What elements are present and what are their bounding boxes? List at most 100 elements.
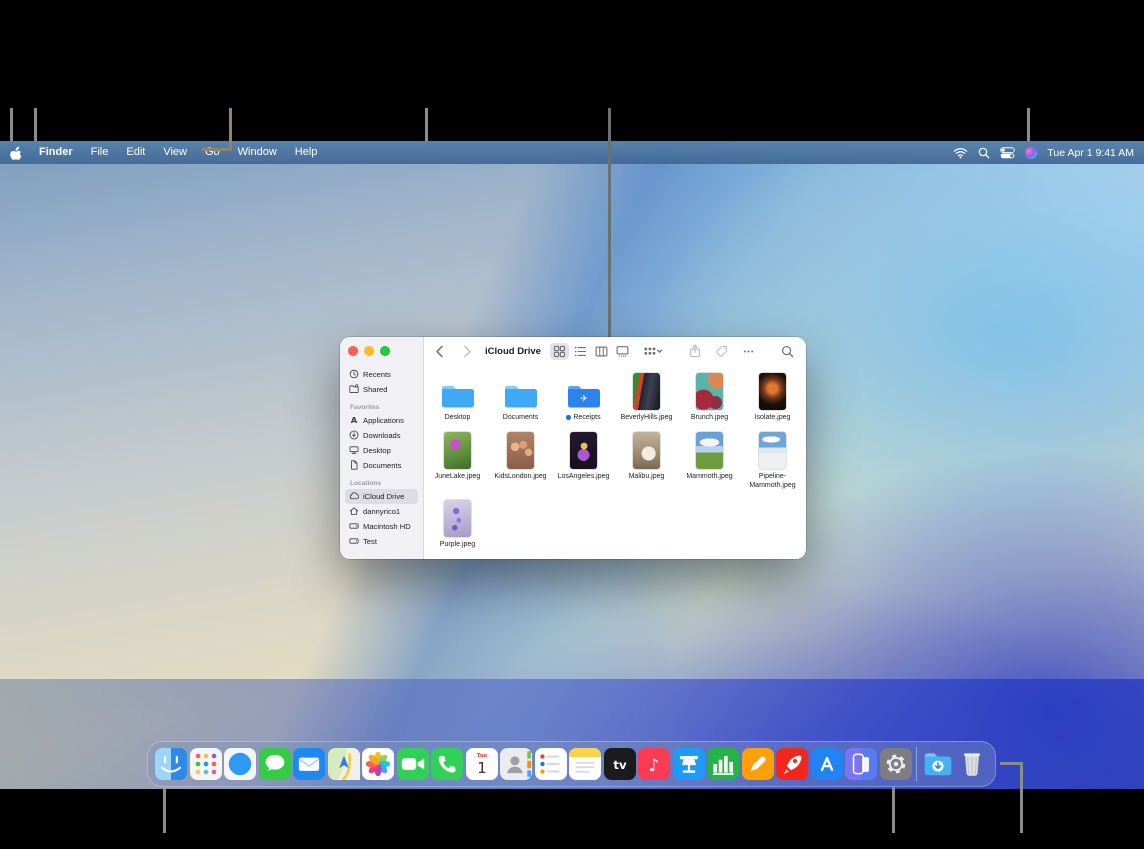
dock-icon-keynote[interactable] [673, 748, 705, 780]
dock-icon-numbers[interactable] [707, 748, 739, 780]
file-junelake-jpeg[interactable]: JuneLake.jpeg [426, 429, 489, 490]
dock-icon-reminders[interactable] [535, 748, 567, 780]
dock-icon-trash[interactable] [956, 748, 988, 780]
zoom-window-button[interactable] [380, 346, 390, 356]
gallery-view-button[interactable] [613, 343, 632, 360]
dock-icon-downloads[interactable] [922, 748, 954, 780]
finder-toolbar: iCloud Drive [424, 337, 806, 365]
sidebar-item-label: dannyrico1 [363, 507, 400, 516]
icloud-status-dot [566, 415, 571, 420]
dock-icon-system-settings[interactable] [880, 748, 912, 780]
dock-icon-rocket[interactable] [776, 748, 808, 780]
dock-icon-pages[interactable] [742, 748, 774, 780]
search-button[interactable] [778, 343, 797, 360]
dock-icon-launchpad[interactable] [190, 748, 222, 780]
menu-file[interactable]: File [82, 141, 118, 164]
dock-icon-tv[interactable]: tv [604, 748, 636, 780]
dock-icon-safari[interactable] [224, 748, 256, 780]
dock-icon-music[interactable]: ♪ [638, 748, 670, 780]
dock-icon-notes[interactable] [569, 748, 601, 780]
siri-icon[interactable] [1025, 147, 1037, 159]
menu-bar-clock[interactable]: Tue Apr 1 9:41 AM [1047, 147, 1134, 159]
window-controls [348, 346, 418, 356]
dock-icon-messages[interactable] [259, 748, 291, 780]
sidebar-item-macintosh-hd[interactable]: Macintosh HD [345, 519, 418, 534]
column-view-button[interactable] [592, 343, 611, 360]
image-thumbnail [507, 429, 534, 469]
tag-button[interactable] [712, 343, 731, 360]
callout-spotlight [1027, 108, 1030, 141]
folder-icon [441, 370, 475, 410]
file-label: Receipts [566, 413, 600, 422]
file-documents[interactable]: Documents [489, 370, 552, 422]
image-thumbnail [633, 370, 660, 410]
file-pipeline-mammoth-jpeg[interactable]: Pipeline-Mammoth.jpeg [741, 429, 804, 490]
file-beverlyhills-jpeg[interactable]: BeverlyHills.jpeg [615, 370, 678, 422]
sidebar-item-test[interactable]: Test [345, 534, 418, 549]
dock-icon-app-store[interactable] [811, 748, 843, 780]
file-mammoth-jpeg[interactable]: Mammoth.jpeg [678, 429, 741, 490]
sidebar-item-recents[interactable]: Recents [345, 367, 418, 382]
menu-finder[interactable]: Finder [30, 141, 82, 164]
file-kidslondon-jpeg[interactable]: KidsLondon.jpeg [489, 429, 552, 490]
finder-window: RecentsSharedFavoritesAApplicationsDownl… [340, 337, 806, 559]
wifi-icon[interactable] [953, 147, 968, 159]
file-purple-jpeg[interactable]: Purple.jpeg [426, 497, 489, 549]
file-receipts[interactable]: ✈ Receipts [552, 370, 615, 422]
control-center-icon[interactable] [1000, 147, 1015, 159]
list-view-button[interactable] [571, 343, 590, 360]
file-desktop[interactable]: Desktop [426, 370, 489, 422]
sidebar-item-label: iCloud Drive [363, 492, 404, 501]
dock-icon-mail[interactable] [293, 748, 325, 780]
folder-icon [504, 370, 538, 410]
file-label: Documents [503, 413, 538, 422]
menu-edit[interactable]: Edit [117, 141, 154, 164]
file-isolate-jpeg[interactable]: Isolate.jpeg [741, 370, 804, 422]
minimize-window-button[interactable] [364, 346, 374, 356]
menu-help[interactable]: Help [286, 141, 327, 164]
file-losangeles-jpeg[interactable]: LosAngeles.jpeg [552, 429, 615, 490]
image-thumbnail [633, 429, 660, 469]
sidebar-item-label: Shared [363, 385, 388, 394]
svg-text:✈: ✈ [580, 395, 588, 405]
more-options-button[interactable] [739, 343, 758, 360]
file-label: JuneLake.jpeg [435, 472, 481, 481]
menu-view[interactable]: View [154, 141, 196, 164]
group-button[interactable] [640, 343, 665, 360]
sidebar-item-dannyrico1[interactable]: dannyrico1 [345, 504, 418, 519]
dock-icon-phone[interactable] [431, 748, 463, 780]
dock-divider [916, 747, 917, 781]
menu-bar: FinderFileEditViewGoWindowHelp Tue Apr 1… [0, 141, 1144, 164]
sidebar-item-applications[interactable]: AApplications [345, 413, 418, 428]
recents-icon [349, 369, 359, 379]
dock-icon-maps[interactable] [328, 748, 360, 780]
dock-icon-contacts[interactable] [500, 748, 532, 780]
dock-icon-iphone-mirroring[interactable] [845, 748, 877, 780]
sidebar-item-icloud-drive[interactable]: iCloud Drive [345, 489, 418, 504]
file-label: BeverlyHills.jpeg [621, 413, 673, 422]
file-label: Isolate.jpeg [755, 413, 791, 422]
file-brunch-jpeg[interactable]: Brunch.jpeg [678, 370, 741, 422]
dock-icon-photos[interactable] [362, 748, 394, 780]
sidebar-item-documents[interactable]: Documents [345, 458, 418, 473]
close-window-button[interactable] [348, 346, 358, 356]
icon-view-button[interactable] [550, 343, 569, 360]
shared-icon [349, 384, 359, 394]
dock-icon-finder[interactable] [155, 748, 187, 780]
sidebar-item-downloads[interactable]: Downloads [345, 428, 418, 443]
forward-button[interactable] [458, 343, 477, 360]
sidebar-item-desktop[interactable]: Desktop [345, 443, 418, 458]
callout-menu-bar [425, 108, 428, 141]
dock-icon-facetime[interactable] [397, 748, 429, 780]
menu-go[interactable]: Go [196, 141, 229, 164]
spotlight-search-icon[interactable] [978, 147, 990, 159]
file-malibu-jpeg[interactable]: Malibu.jpeg [615, 429, 678, 490]
dock-icon-calendar[interactable]: Tue1 [466, 748, 498, 780]
back-button[interactable] [430, 343, 449, 360]
menu-window[interactable]: Window [229, 141, 286, 164]
file-label: Pipeline-Mammoth.jpeg [743, 472, 803, 490]
sidebar-item-shared[interactable]: Shared [345, 382, 418, 397]
share-button[interactable] [685, 343, 704, 360]
apple-menu[interactable] [8, 146, 30, 160]
image-thumbnail [696, 429, 723, 469]
